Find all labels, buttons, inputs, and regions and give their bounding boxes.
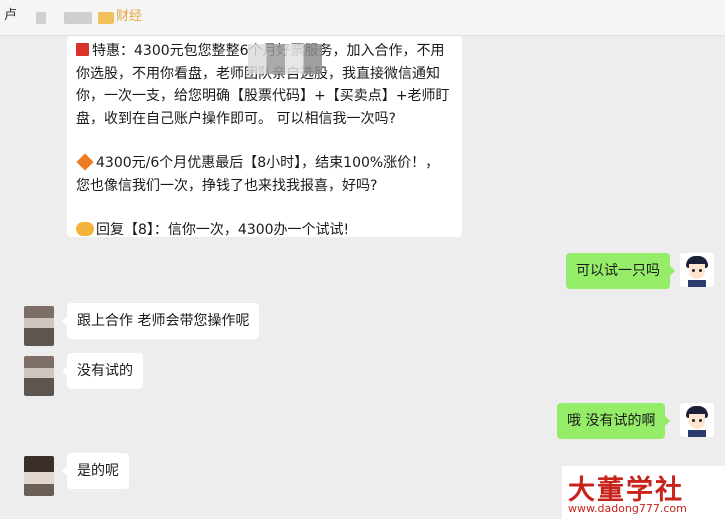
message-bubble-self[interactable]: 可以试一只吗 [566, 253, 675, 289]
message-bubble-self[interactable]: 哦 没有试的啊 [557, 403, 671, 439]
message-bubble-contact[interactable]: 没有试的 [62, 353, 143, 389]
blurred-contact-name [36, 12, 46, 24]
blurred-contact-name [98, 12, 114, 24]
avatar-eye [699, 419, 702, 422]
avatar-self[interactable] [680, 253, 714, 287]
watermark: 大董学社 www.dadong777.com [562, 466, 725, 519]
message-bubble-contact[interactable]: 跟上合作 老师会带您操作呢 [61, 303, 260, 339]
chat-app-icon[interactable]: 卢 [4, 4, 17, 23]
handshake-icon [76, 222, 94, 236]
avatar-eye [692, 419, 695, 422]
chat-title: 财经 [116, 9, 143, 24]
promo-paragraph-3: 回复【8】：信你一次，4300办一个试试! [76, 219, 453, 242]
orange-diamond-icon [76, 153, 94, 171]
blurred-contact-name [64, 12, 92, 24]
pixelated-censor [248, 44, 322, 74]
watermark-url: www.dadong777.com [568, 502, 687, 515]
chat-header: 卢 财经 [0, 0, 725, 36]
avatar-self[interactable] [680, 403, 714, 437]
avatar-eye [699, 269, 702, 272]
avatar-contact[interactable] [24, 306, 54, 346]
avatar-shirt [688, 280, 706, 287]
avatar-eye [692, 269, 695, 272]
message-bubble-contact[interactable]: 是的呢 [62, 453, 129, 489]
promo-paragraph-2: 4300元/6个月优惠最后【8小时】，结束100%涨价！，您也像信我们一次，挣钱… [76, 153, 440, 194]
avatar-contact[interactable] [24, 356, 54, 396]
avatar-shirt [688, 430, 706, 437]
red-envelope-icon [76, 43, 89, 56]
avatar-contact[interactable] [24, 456, 54, 496]
